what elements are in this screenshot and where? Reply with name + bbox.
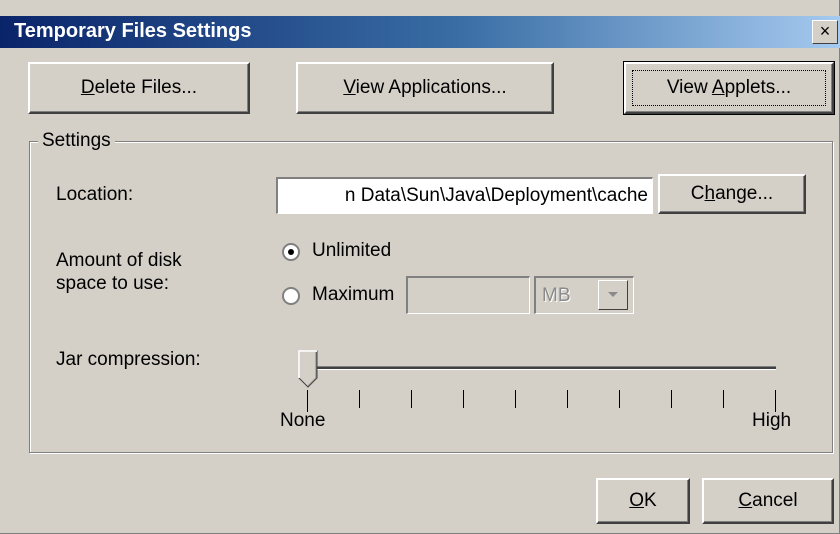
view-applets-button[interactable]: View Applets...	[623, 61, 835, 115]
slider-max-label: High	[752, 410, 792, 431]
radio-selected-dot	[288, 249, 294, 255]
jar-compression-label: Jar compression:	[56, 349, 201, 370]
ok-mnemonic: O	[629, 490, 645, 511]
delete-mnemonic: D	[80, 77, 95, 98]
disk-space-label-line1: Amount of disk	[56, 250, 182, 271]
slider-tick	[359, 390, 360, 408]
dialog-window: Temporary Files Settings × Delete Files.…	[0, 0, 840, 534]
slider-tick	[671, 390, 672, 408]
delete-files-button[interactable]: Delete Files...	[28, 62, 250, 114]
slider-tick	[411, 390, 412, 408]
view-apps-mnemonic: V	[343, 77, 356, 98]
compression-slider-thumb[interactable]	[298, 350, 318, 388]
maximum-label[interactable]: Maximum	[312, 284, 394, 306]
maximum-radio[interactable]	[282, 287, 300, 305]
location-input[interactable]: n Data\Sun\Java\Deployment\cache	[276, 177, 653, 214]
change-label: ange...	[715, 183, 774, 204]
change-mnemonic: h	[704, 183, 716, 204]
focus-rect	[632, 70, 826, 106]
title-bar[interactable]: Temporary Files Settings ×	[0, 16, 840, 48]
close-button[interactable]: ×	[812, 20, 838, 44]
unlimited-label[interactable]: Unlimited	[312, 240, 391, 262]
ok-button[interactable]: OK	[596, 478, 690, 524]
slider-tick	[307, 390, 308, 412]
cancel-label: ancel	[752, 490, 798, 511]
change-pre: C	[690, 183, 705, 204]
view-apps-label: iew Applications...	[355, 77, 507, 98]
slider-tick	[567, 390, 568, 408]
location-value: n Data\Sun\Java\Deployment\cache	[344, 185, 648, 206]
cancel-button[interactable]: Cancel	[702, 478, 834, 524]
close-icon: ×	[819, 21, 831, 41]
change-button[interactable]: Change...	[658, 174, 806, 214]
disk-space-label-line2: space to use:	[56, 273, 170, 294]
view-applications-button[interactable]: View Applications...	[296, 62, 554, 114]
unit-select[interactable]: MB	[534, 276, 634, 314]
dropdown-button[interactable]	[598, 280, 628, 310]
slider-tick	[775, 390, 776, 412]
maximum-size-input[interactable]	[406, 276, 530, 314]
unlimited-radio[interactable]	[282, 243, 300, 261]
location-label: Location:	[56, 184, 134, 205]
ok-label: K	[644, 490, 657, 511]
slider-tick	[619, 390, 620, 408]
chevron-down-icon	[608, 292, 618, 297]
slider-tick	[723, 390, 724, 408]
window-title: Temporary Files Settings	[14, 20, 252, 42]
slider-tick	[515, 390, 516, 408]
compression-slider-track[interactable]	[310, 366, 776, 370]
delete-label: elete Files...	[94, 77, 198, 98]
cancel-mnemonic: C	[738, 490, 753, 511]
settings-legend: Settings	[38, 130, 115, 152]
unit-value: MB	[542, 285, 571, 306]
slider-min-label: None	[280, 410, 326, 431]
slider-tick	[463, 390, 464, 408]
